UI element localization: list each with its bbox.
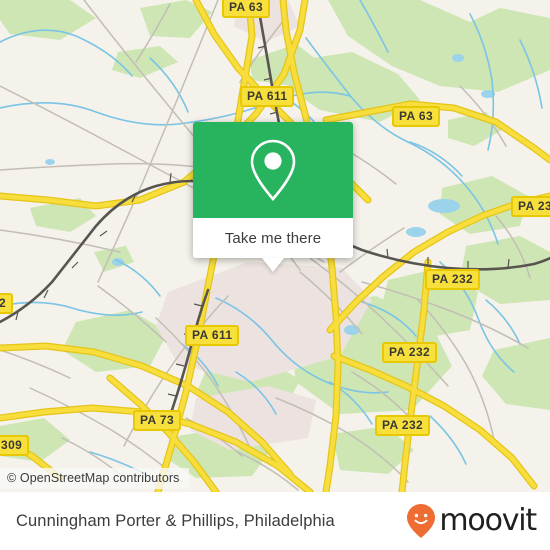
popup-header — [193, 122, 353, 218]
moovit-wordmark: moovit — [439, 503, 537, 538]
shield-pa-232-edge[interactable]: PA 232 — [511, 196, 550, 217]
location-pin-icon — [250, 139, 296, 201]
moovit-logo[interactable]: moovit — [406, 503, 537, 539]
shield-pa-611-lower[interactable]: PA 611 — [185, 325, 240, 346]
shield-pa-611-top[interactable]: PA 611 — [240, 86, 295, 107]
shield-pa-232-lower[interactable]: PA 232 — [375, 415, 431, 436]
shield-pa-63-top[interactable]: PA 63 — [222, 0, 271, 18]
shield-us-309[interactable]: 309 — [0, 435, 30, 456]
shield-pa-63-right[interactable]: PA 63 — [392, 106, 441, 127]
shield-pa-232-mid[interactable]: PA 232 — [382, 342, 438, 363]
map-attribution[interactable]: © OpenStreetMap contributors — [0, 468, 189, 489]
place-title: Cunningham Porter & Phillips, Philadelph… — [16, 511, 335, 530]
take-me-there-popup[interactable]: Take me there — [193, 122, 353, 272]
footer-content: Cunningham Porter & Phillips, Philadelph… — [0, 492, 550, 550]
shield-edge-2[interactable]: 2 — [0, 293, 14, 314]
popup-action-row[interactable]: Take me there — [193, 218, 353, 272]
moovit-pin-smile-icon — [407, 504, 436, 538]
shield-pa-73[interactable]: PA 73 — [133, 410, 182, 431]
footer-bar: Cunningham Porter & Phillips, Philadelph… — [0, 492, 550, 550]
take-me-there-label: Take me there — [224, 229, 322, 247]
map-screenshot: PA 63 PA 611 PA 63 PA 232 PA 232 PA 611 … — [0, 0, 550, 550]
shield-pa-232-upper[interactable]: PA 232 — [425, 269, 481, 290]
map-canvas[interactable]: PA 63 PA 611 PA 63 PA 232 PA 232 PA 611 … — [0, 0, 550, 492]
popup-tail-pointer — [262, 258, 284, 272]
